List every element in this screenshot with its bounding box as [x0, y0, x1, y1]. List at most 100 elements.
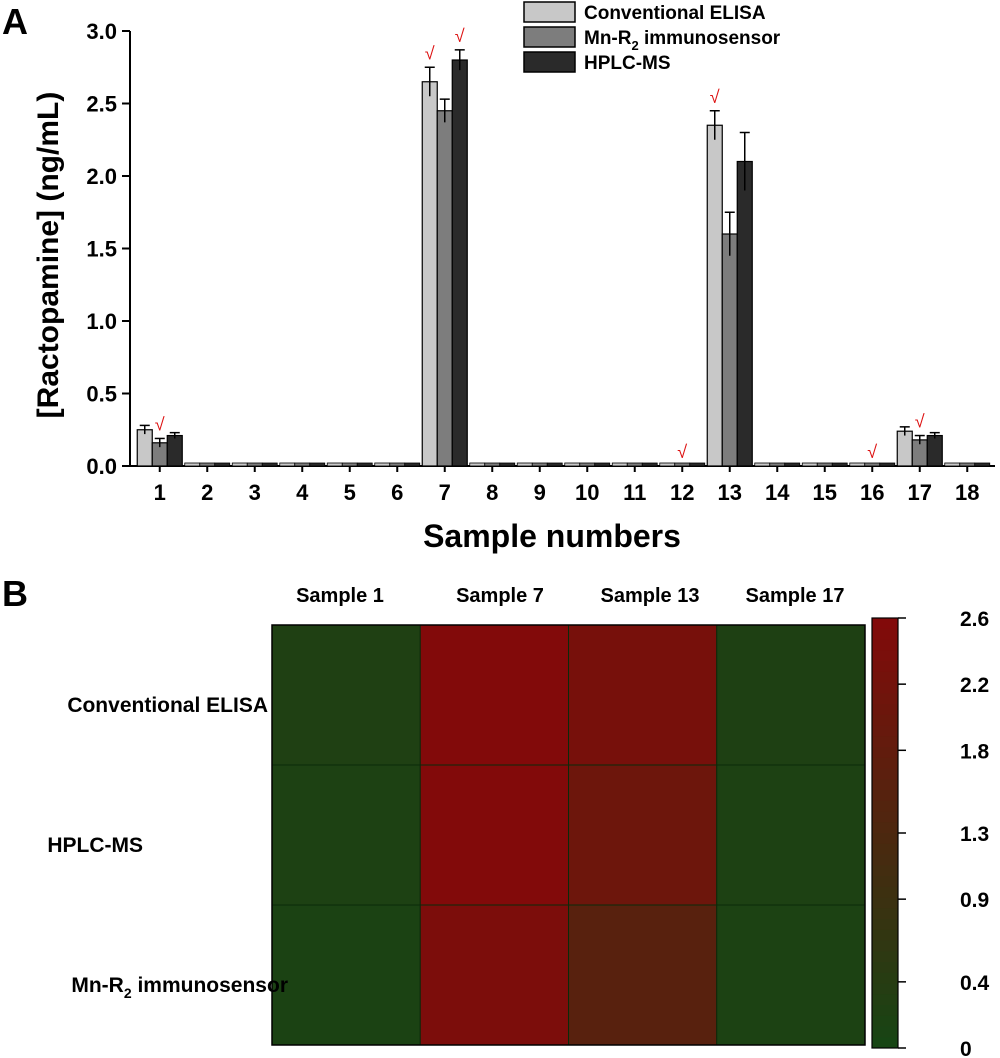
x-tick-label: 6 [391, 480, 403, 505]
heatmap-cell [568, 764, 718, 906]
colorbar-segment [872, 736, 898, 748]
bar [421, 81, 438, 467]
panel-a: A √√√√√√√ 0.00.51.01.52.02.53.01 2 3 4 5 6 7 8 9… [2, 1, 995, 554]
bar [879, 462, 896, 467]
heatmap-cell [419, 904, 569, 1046]
colorbar-segment [872, 919, 898, 931]
x-tick-label: 5 [344, 480, 356, 505]
panel-a-axes [129, 31, 995, 467]
bar [546, 462, 563, 467]
colorbar-segment [872, 790, 898, 802]
colorbar-segment [872, 650, 898, 662]
column-label-sample-13: Sample 13 [601, 585, 700, 607]
colorbar-segment [872, 1026, 898, 1038]
x-tick-label: 8 [486, 480, 498, 505]
bar [246, 462, 263, 467]
panel-b: B 2.62.21.81.30.90.40 Sample 1 Sample 7 … [2, 573, 990, 1058]
x-tick-label: 10 [575, 480, 599, 505]
x-tick-label: 11 [623, 480, 646, 505]
bar [451, 59, 468, 467]
colorbar-tick-label: 1.8 [960, 740, 990, 763]
heatmap-cell [568, 624, 718, 766]
colorbar-segment [872, 714, 898, 726]
bar [166, 434, 183, 467]
x-tick-label: 18 [955, 480, 979, 505]
x-tick-label: 15 [813, 480, 837, 505]
colorbar-tick-label: 0.9 [960, 889, 989, 912]
bar [816, 462, 833, 467]
figure: A √√√√√√√ 0.00.51.01.52.02.53.01 2 3 4 5 6 7 8 9… [2, 1, 995, 1058]
bar [689, 462, 706, 467]
colorbar-segment [872, 843, 898, 855]
colorbar-segment [872, 929, 898, 941]
x-tick-label: 1 [154, 480, 166, 505]
bar [516, 462, 533, 467]
bar [626, 462, 643, 467]
heatmap-cell [716, 764, 866, 906]
bar [484, 462, 501, 467]
colorbar-tick-label: 0.4 [960, 972, 990, 995]
legend: Conventional ELISA Mn-R2 immunosensor HP… [523, 1, 781, 74]
colorbar-segment [872, 768, 898, 780]
colorbar-segment [872, 693, 898, 705]
legend-label-elisa: Conventional ELISA [584, 3, 766, 24]
column-label-sample-7: Sample 7 [456, 585, 544, 607]
colorbar-segment [872, 854, 898, 866]
heatmap [271, 624, 866, 1046]
bar [341, 462, 358, 467]
bar [136, 429, 153, 467]
colorbar-segment [872, 671, 898, 683]
colorbar-segment [872, 908, 898, 920]
colorbar-segment [872, 833, 898, 845]
bar [436, 110, 453, 467]
check-mark: √ [867, 442, 877, 462]
panel-a-label: A [2, 1, 28, 42]
colorbar-segment [872, 779, 898, 791]
bar [769, 462, 786, 467]
bar [659, 462, 676, 467]
check-mark: √ [425, 43, 435, 63]
bar [611, 462, 628, 467]
colorbar-segment [872, 951, 898, 963]
colorbar-segment [872, 983, 898, 995]
legend-swatch-elisa [523, 1, 576, 23]
bar [499, 462, 516, 467]
x-tick-label: 16 [860, 480, 884, 505]
heatmap-cell [271, 624, 421, 766]
heatmap-cell [568, 904, 718, 1046]
y-tick-label: 0.0 [86, 454, 117, 479]
bar [896, 430, 913, 467]
heatmap-cell [271, 764, 421, 906]
bar [356, 462, 373, 467]
bar [641, 462, 658, 467]
x-axis-label: Sample numbers [423, 518, 681, 554]
bar [564, 462, 581, 467]
bar [261, 462, 278, 467]
heatmap-cell [716, 624, 866, 766]
colorbar-tick-label: 0 [960, 1038, 972, 1058]
colorbar-segment [872, 661, 898, 673]
colorbar-tick-label: 2.2 [960, 674, 989, 697]
x-tick-label: 17 [908, 480, 932, 505]
bar [849, 462, 866, 467]
bar [801, 462, 818, 467]
bar [926, 434, 943, 467]
heatmap-cell [419, 764, 569, 906]
colorbar: 2.6 2.2 1.8 1.3 0.9 0.4 0 [871, 608, 990, 1058]
bar [326, 462, 343, 467]
legend-label-immunosensor: Mn-R2 immunosensor [584, 28, 781, 53]
bar [944, 462, 961, 467]
colorbar-segment [872, 962, 898, 974]
colorbar-segment [872, 1005, 898, 1017]
colorbar-segment [872, 865, 898, 877]
y-tick-label: 0.5 [86, 382, 117, 407]
bar [309, 462, 326, 467]
colorbar-segment [872, 876, 898, 888]
bar [389, 462, 406, 467]
bar [721, 233, 738, 467]
colorbar-segment [872, 628, 898, 640]
x-tick-label: 3 [249, 480, 261, 505]
legend-label-hplc: HPLC-MS [584, 53, 671, 74]
y-tick-label: 3.0 [86, 19, 117, 44]
bar [231, 462, 248, 467]
